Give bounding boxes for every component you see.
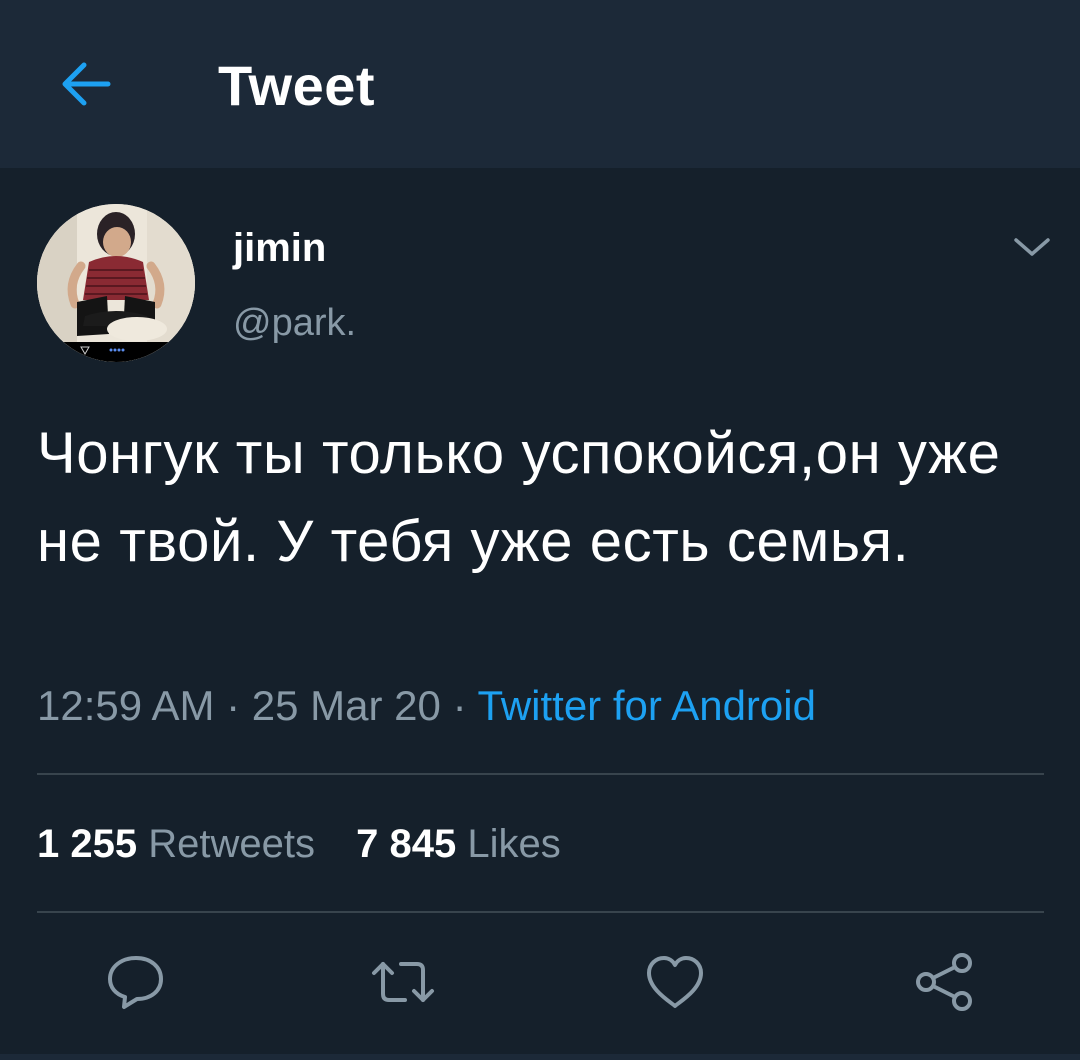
tweet-source-link[interactable]: Twitter for Android (477, 682, 815, 729)
tweet-text: Чонгук ты только успокойся,он уже не тво… (37, 421, 1001, 574)
divider (37, 911, 1044, 913)
reply-icon (108, 956, 163, 1009)
retweets-stat[interactable]: 1 255 Retweets (37, 822, 315, 866)
page-title: Tweet (218, 54, 376, 117)
bottom-divider (0, 1054, 1080, 1060)
top-app-bar: Tweet (0, 0, 1080, 168)
meta-separator: · (440, 682, 478, 729)
divider (37, 773, 1044, 775)
retweet-button[interactable] (371, 950, 435, 1014)
likes-label: Likes (467, 822, 561, 866)
tweet-time: 12:59 AM (37, 682, 215, 729)
likes-count: 7 845 (356, 822, 457, 866)
retweets-count: 1 255 (37, 822, 138, 866)
meta-separator: · (214, 682, 252, 729)
display-name[interactable]: jimin (233, 224, 326, 272)
reply-button[interactable] (104, 950, 168, 1014)
user-handle[interactable]: @park. (233, 300, 356, 346)
arrow-left-icon (62, 62, 111, 106)
like-button[interactable] (643, 950, 707, 1014)
tweet-detail: jimin @park. Чонгук ты только успокойся,… (0, 168, 1080, 1060)
retweet-icon (372, 962, 434, 1002)
share-button[interactable] (912, 950, 976, 1014)
likes-stat[interactable]: 7 845 Likes (356, 822, 561, 866)
retweets-label: Retweets (148, 822, 315, 866)
chevron-down-icon (1014, 238, 1050, 256)
tweet-metadata: 12:59 AM · 25 Mar 20 · Twitter for Andro… (37, 678, 816, 734)
back-button[interactable] (56, 56, 116, 112)
tweet-menu-button[interactable] (1010, 230, 1054, 266)
share-icon (916, 953, 972, 1011)
avatar-photo (37, 204, 195, 362)
avatar[interactable] (37, 204, 195, 362)
engagement-stats: 1 255 Retweets 7 845 Likes (37, 816, 591, 872)
heart-icon (647, 956, 703, 1008)
tweet-date: 25 Mar 20 (251, 682, 441, 729)
